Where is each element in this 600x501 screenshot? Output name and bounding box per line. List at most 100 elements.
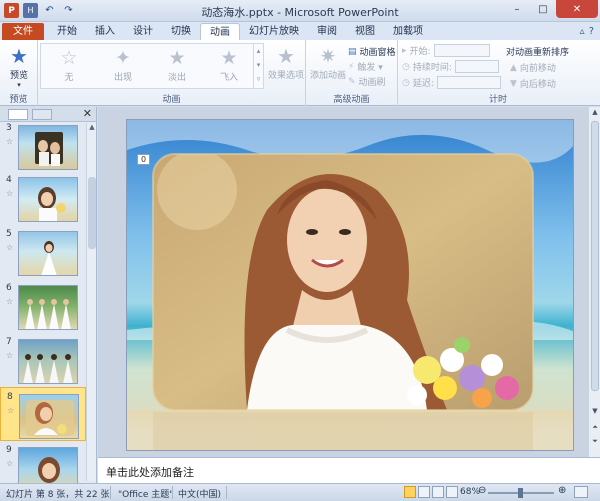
scrollbar-thumb[interactable] xyxy=(591,121,599,391)
delay-row: ◷ 延迟: xyxy=(402,76,501,89)
tab-insert[interactable]: 插入 xyxy=(86,23,124,40)
duration-row: ◷ 持续时间: xyxy=(402,60,499,73)
animation-painter-button[interactable]: ✎ 动画刷 xyxy=(348,75,386,89)
animation-gallery: ☆ 无 ✦ 出现 ★ 淡出 ★ 飞入 ▴ ▾ ▿ xyxy=(40,43,264,89)
zoom-slider-knob[interactable] xyxy=(518,488,523,498)
slide-thumbnail[interactable] xyxy=(18,339,78,384)
thumbnail-row[interactable]: 3 ☆ xyxy=(0,119,86,171)
animation-star-icon: ☆ xyxy=(6,189,14,198)
animation-pane-icon: ▤ xyxy=(348,46,357,57)
anim-fly-in[interactable]: ★ 飞入 xyxy=(203,46,255,83)
thumbnail-row[interactable]: 7 ☆ xyxy=(0,333,86,387)
tab-design[interactable]: 设计 xyxy=(124,23,162,40)
title-bar: P H ↶ ↷ 动态海水.pptx - Microsoft PowerPoint… xyxy=(0,0,600,22)
slide-thumbnail[interactable] xyxy=(18,125,78,170)
animation-star-icon: ☆ xyxy=(6,351,14,360)
zoom-level[interactable]: 68% xyxy=(460,487,480,497)
zoom-in-icon[interactable]: ⊕ xyxy=(558,485,566,496)
tab-home[interactable]: 开始 xyxy=(48,23,86,40)
slide-sorter-icon[interactable] xyxy=(418,486,430,498)
anim-fade[interactable]: ★ 淡出 xyxy=(151,46,203,83)
animation-star-icon: ☆ xyxy=(6,243,14,252)
preview-button[interactable]: ★ 预览 ▾ xyxy=(0,44,38,89)
group-preview: ★ 预览 ▾ 预览 xyxy=(0,40,38,106)
language[interactable]: 中文(中国) xyxy=(178,487,221,500)
next-slide-icon[interactable]: ⏷ xyxy=(589,437,600,446)
star-fly-icon: ★ xyxy=(220,47,238,69)
chevron-down-icon: ▾ xyxy=(17,81,21,89)
fit-to-window-icon[interactable] xyxy=(574,486,588,498)
tab-addins[interactable]: 加载项 xyxy=(384,23,432,40)
painter-icon: ✎ xyxy=(348,76,356,87)
thumbnails-scrollbar[interactable]: ▲ xyxy=(86,123,96,481)
tab-transitions[interactable]: 切换 xyxy=(162,23,200,40)
theme-name[interactable]: "Office 主题" xyxy=(118,487,173,500)
animation-star-icon: ☆ xyxy=(6,137,14,146)
star-preview-icon: ★ xyxy=(10,44,28,68)
star-effect-icon: ★ xyxy=(277,44,295,68)
gallery-scroll[interactable]: ▴ ▾ ▿ xyxy=(253,44,263,88)
ribbon: ★ 预览 ▾ 预览 ☆ 无 ✦ 出现 ★ 淡出 ★ 飞入 ▴ ▾ ▿ ★ 效果选… xyxy=(0,40,600,106)
slide-thumbnail[interactable] xyxy=(19,394,79,439)
help-icon[interactable]: ? xyxy=(589,26,594,37)
close-button[interactable]: ✕ xyxy=(556,0,598,18)
delay-input[interactable] xyxy=(436,76,501,89)
zoom-slider[interactable] xyxy=(488,488,554,498)
anim-none[interactable]: ☆ 无 xyxy=(43,46,95,83)
scrollbar-thumb[interactable] xyxy=(88,177,96,249)
duration-input[interactable] xyxy=(454,60,499,73)
tab-review[interactable]: 审阅 xyxy=(308,23,346,40)
move-earlier-button[interactable]: ▲ 向前移动 xyxy=(510,61,556,75)
tab-file[interactable]: 文件 xyxy=(2,23,44,40)
start-select[interactable] xyxy=(433,44,490,57)
effect-options-button[interactable]: ★ 效果选项 xyxy=(266,44,306,81)
slide-thumbnail[interactable] xyxy=(18,447,78,483)
add-animation-button[interactable]: ✷ 添加动画 xyxy=(308,44,348,81)
thumbnail-list: 3 ☆ 4 ☆ 5 ☆ 6 ☆ 7 ☆ 8 ☆ 9 ☆ xyxy=(0,123,86,483)
tab-slideshow[interactable]: 幻灯片放映 xyxy=(240,23,308,40)
trigger-icon: ⚡ xyxy=(348,61,355,72)
maximize-button[interactable]: □ xyxy=(530,0,556,18)
current-slide[interactable]: 0 xyxy=(126,119,574,451)
group-label-timing: 计时 xyxy=(488,95,507,105)
ribbon-collapse-icon[interactable]: ▵ xyxy=(580,26,585,37)
minimize-button[interactable]: – xyxy=(504,0,530,18)
thumbnail-row[interactable]: 6 ☆ xyxy=(0,279,86,333)
normal-view-icon[interactable] xyxy=(404,486,416,498)
scroll-up-icon[interactable]: ▲ xyxy=(87,123,96,131)
animation-star-icon: ☆ xyxy=(7,406,15,415)
slide-thumbnail[interactable] xyxy=(18,177,78,222)
notes-pane[interactable]: 单击此处添加备注 xyxy=(98,457,600,483)
animation-tag[interactable]: 0 xyxy=(137,154,150,165)
notes-placeholder: 单击此处添加备注 xyxy=(106,466,194,479)
tab-animations[interactable]: 动画 xyxy=(200,23,240,40)
move-later-button[interactable]: ▼ 向后移动 xyxy=(510,77,556,91)
slide-scrollbar[interactable]: ▲ ▼ ⏶ ⏷ xyxy=(588,107,600,457)
anim-appear[interactable]: ✦ 出现 xyxy=(97,46,149,83)
zoom-out-icon[interactable]: ⊖ xyxy=(478,485,486,496)
reorder-title: 对动画重新排序 xyxy=(506,48,570,58)
scroll-up-icon[interactable]: ▲ xyxy=(589,108,600,116)
reading-view-icon[interactable] xyxy=(432,486,444,498)
animation-pane-button[interactable]: ▤ 动画窗格 xyxy=(348,45,396,59)
group-label-preview: 预览 xyxy=(9,95,28,105)
thumbnail-row[interactable]: 9 ☆ xyxy=(0,441,86,483)
slide-count: 幻灯片 第 8 张，共 22 张 xyxy=(6,490,110,500)
slide-thumbnail[interactable] xyxy=(18,285,78,330)
thumbnail-row[interactable]: 4 ☆ xyxy=(0,171,86,225)
star-icon: ☆ xyxy=(60,47,78,69)
previous-slide-icon[interactable]: ⏶ xyxy=(589,423,600,432)
slideshow-view-icon[interactable] xyxy=(446,486,458,498)
slide-thumbnail[interactable] xyxy=(18,231,78,276)
thumbnail-row-selected[interactable]: 8 ☆ xyxy=(0,387,86,441)
clock-icon: ◷ xyxy=(402,61,410,72)
trigger-button[interactable]: ⚡ 触发 ▾ xyxy=(348,60,383,74)
scroll-down-icon[interactable]: ▼ xyxy=(589,407,600,415)
slides-pane: ✕ 3 ☆ 4 ☆ 5 ☆ 6 ☆ 7 ☆ 8 ☆ 9 ☆ ▲ xyxy=(0,107,97,483)
tab-view[interactable]: 视图 xyxy=(346,23,384,40)
status-bar: 幻灯片 第 8 张，共 22 张 "Office 主题" 中文(中国) 68% … xyxy=(0,483,600,501)
thumbnail-row[interactable]: 5 ☆ xyxy=(0,225,86,279)
star-appear-icon: ✦ xyxy=(115,47,131,69)
add-star-icon: ✷ xyxy=(319,44,337,68)
arrow-up-icon: ▲ xyxy=(510,62,517,73)
